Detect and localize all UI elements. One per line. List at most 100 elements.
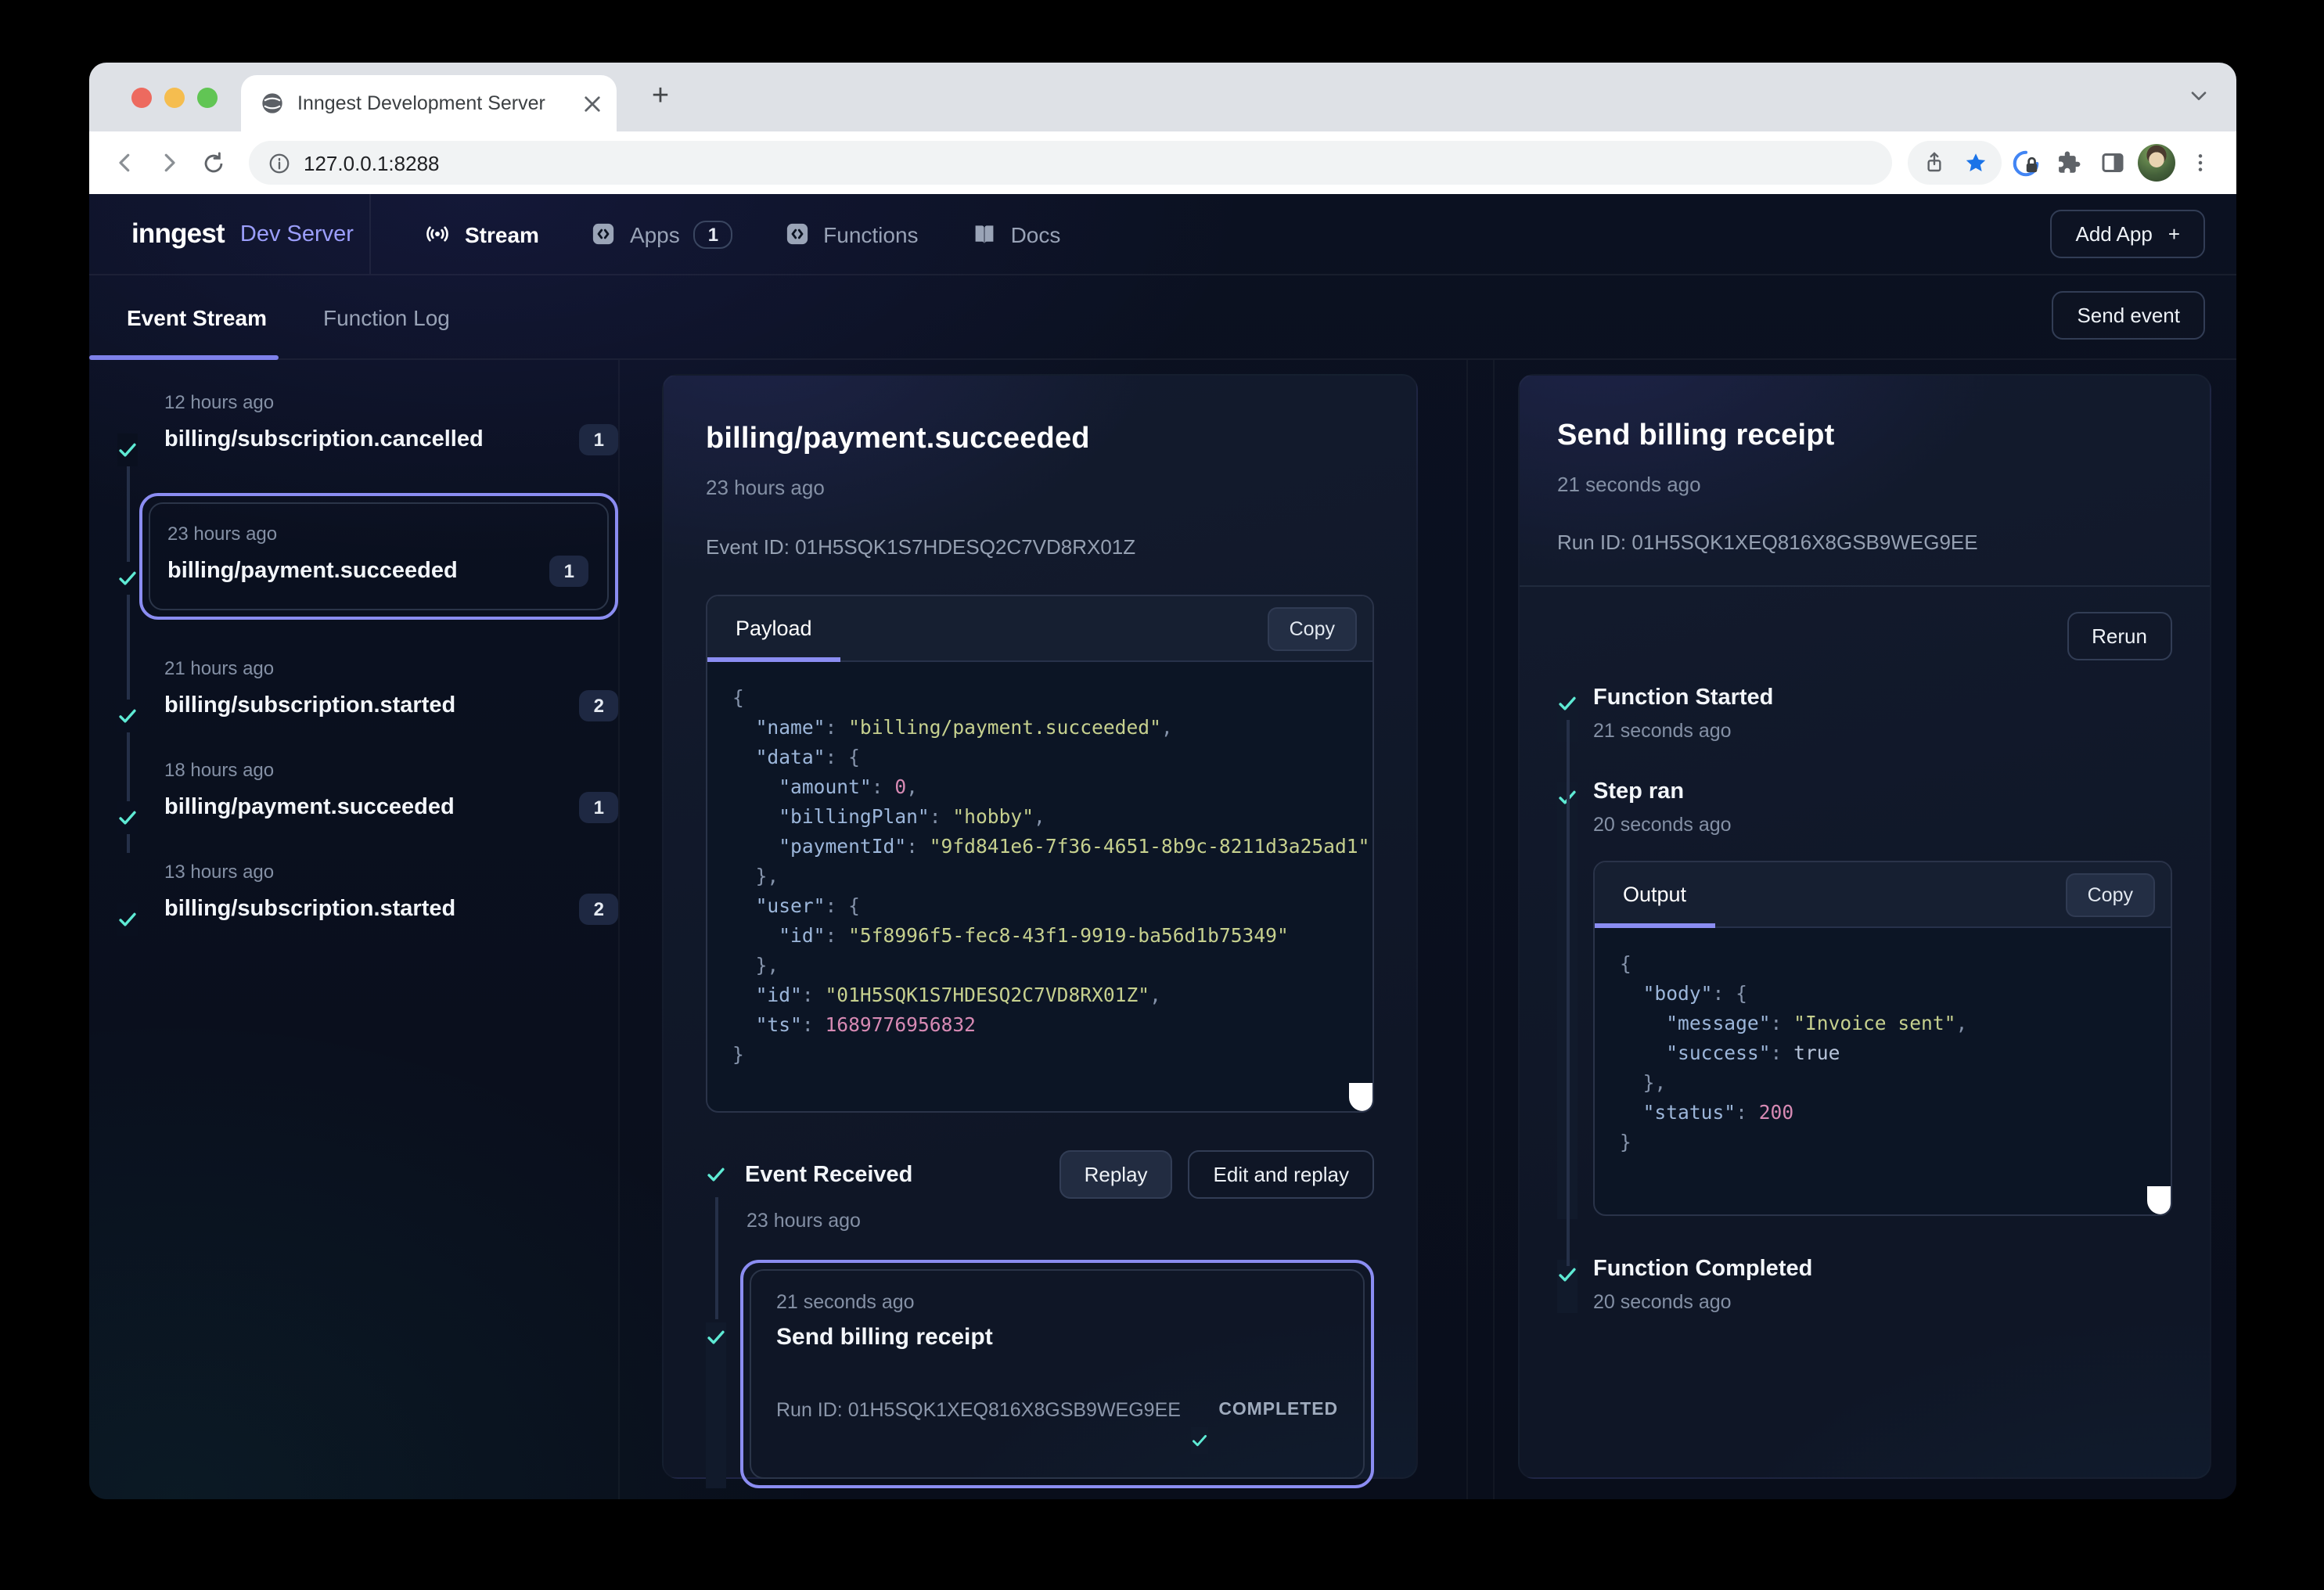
page-fold-icon [2147,1186,2171,1214]
run-check [706,1322,726,1488]
browser-toolbar: 127.0.0.1:8288 [89,131,2236,194]
run-detail-panel: Send billing receipt 21 seconds ago Run … [1518,374,2211,1479]
browser-tab-strip: Inngest Development Server + [89,63,2236,131]
reload-button-icon[interactable] [192,142,233,183]
tab-event-stream[interactable]: Event Stream [127,304,267,329]
timeline-step: Step ran 20 seconds ago Output Copy { "b… [1557,779,2172,1219]
function-run-card[interactable]: 21 seconds ago Send billing receipt Run … [740,1260,1374,1488]
nav-item-apps[interactable]: Apps 1 [592,220,732,248]
stream-content: 12 hours agobilling/subscription.cancell… [89,360,2236,1499]
nav-items: Stream Apps 1 [424,220,2051,248]
step-check-icon [1557,689,1578,742]
event-check-icon [117,433,138,466]
dev-server-label: Dev Server [240,221,354,246]
stream-tabs: Event Stream Function Log Send event [89,275,2236,360]
event-name: billing/payment.succeeded [164,795,455,820]
profile-avatar[interactable] [2136,142,2177,183]
check-icon [706,1327,726,1347]
event-list-item[interactable]: 12 hours agobilling/subscription.cancell… [117,391,618,455]
event-time: 21 hours ago [164,657,618,679]
extensions-puzzle-icon[interactable] [2049,142,2089,183]
event-name: billing/subscription.started [164,897,455,922]
event-check-icon [117,801,138,834]
side-panel-icon[interactable] [2092,142,2133,183]
event-check-icon [117,700,138,732]
minimize-window-button[interactable] [164,88,185,108]
payload-tab[interactable]: Payload [707,596,840,660]
panel-divider [1466,360,1468,1499]
tab-function-log[interactable]: Function Log [323,304,450,329]
apps-count-badge: 1 [694,220,732,248]
add-app-button[interactable]: Add App+ [2051,210,2206,258]
share-icon[interactable] [1914,142,1955,183]
check-icon [117,568,138,588]
event-received-check [706,1164,726,1185]
bookmark-star-icon[interactable] [1955,142,1995,183]
nav-item-docs[interactable]: Docs [972,221,1061,246]
check-icon [1557,787,1578,808]
output-json: { "body": { "message": "Invoice sent", "… [1595,928,2171,1214]
address-bar[interactable]: 127.0.0.1:8288 [249,141,1892,185]
timeline-step: Function Started 21 seconds ago [1557,685,2172,742]
screen: Inngest Development Server + [0,0,2324,1590]
nav-item-stream[interactable]: Stream [424,221,539,247]
tab-close-icon[interactable] [584,95,601,112]
check-icon [1190,1432,1207,1449]
run-title: Send billing receipt [1557,419,2172,454]
event-list: 12 hours agobilling/subscription.cancell… [117,391,618,925]
apps-icon [592,222,616,246]
event-list-item[interactable]: 21 hours ago billing/subscription.started… [117,657,618,721]
event-received-section: Event Received Replay Edit and replay 23… [706,1150,1374,1488]
page-info-icon[interactable] [268,151,291,174]
check-icon [706,1164,726,1185]
back-button-icon[interactable] [105,142,146,183]
event-detail-panel: billing/payment.succeeded 23 hours ago E… [662,374,1418,1479]
event-count-badge: 1 [580,792,618,823]
event-count-badge: 2 [580,894,618,925]
browser-menu-kebab-icon[interactable] [2180,142,2221,183]
check-icon [117,909,138,930]
tab-search-chevron-icon[interactable] [2186,83,2211,108]
edit-and-replay-button[interactable]: Edit and replay [1189,1150,1374,1199]
event-count-badge: 1 [580,424,618,455]
new-tab-button[interactable]: + [640,77,681,117]
stream-broadcast-icon [424,221,451,247]
payload-json: { "name": "billing/payment.succeeded", "… [707,662,1372,1111]
tab-title: Inngest Development Server [297,92,571,114]
check-icon [1557,1264,1578,1285]
run-card-run-id: Run ID: 01H5SQK1XEQ816X8GSB9WEG9EE [776,1398,1181,1420]
rerun-button[interactable]: Rerun [2067,612,2172,660]
fullscreen-window-button[interactable] [197,88,218,108]
check-icon [117,808,138,828]
payload-copy-button[interactable]: Copy [1268,606,1357,650]
send-event-button[interactable]: Send event [2052,291,2205,340]
payload-header: Payload Copy [707,596,1372,662]
page-fold-icon [1349,1083,1372,1111]
browser-window: Inngest Development Server + [89,63,2236,1499]
forward-button-icon[interactable] [149,142,189,183]
event-id: Event ID: 01H5SQK1S7HDESQ2C7VD8RX01Z [706,535,1374,559]
output-copy-button[interactable]: Copy [2066,872,2155,916]
app-top-nav: inngest Dev Server Stream [89,194,2236,275]
timeline-step: Function Completed 20 seconds ago [1557,1257,2172,1313]
output-tab[interactable]: Output [1595,862,1714,926]
step-check-icon [1557,1260,1578,1313]
run-status-badge: COMPLETED [1190,1365,1338,1454]
nav-item-functions[interactable]: Functions [786,221,918,246]
browser-tab[interactable]: Inngest Development Server [241,75,617,131]
event-list-item[interactable]: 13 hours ago billing/subscription.started… [117,861,618,925]
output-header: Output Copy [1595,862,2171,928]
event-list-item[interactable]: 23 hours agobilling/payment.succeeded1 [117,493,618,620]
event-count-badge: 1 [550,556,588,587]
check-icon [1557,693,1578,714]
inngest-app: inngest Dev Server Stream [89,194,2236,1499]
event-name: billing/subscription.started [164,693,455,718]
event-time: 13 hours ago [164,861,618,883]
inngest-logo: inngest [131,218,225,250]
privacy-extension-icon[interactable] [2005,142,2045,183]
window-controls [131,88,218,108]
section-divider [1520,585,2210,587]
event-list-item[interactable]: 18 hours agobilling/payment.succeeded1 [117,759,618,823]
replay-button[interactable]: Replay [1059,1150,1173,1199]
close-window-button[interactable] [131,88,152,108]
